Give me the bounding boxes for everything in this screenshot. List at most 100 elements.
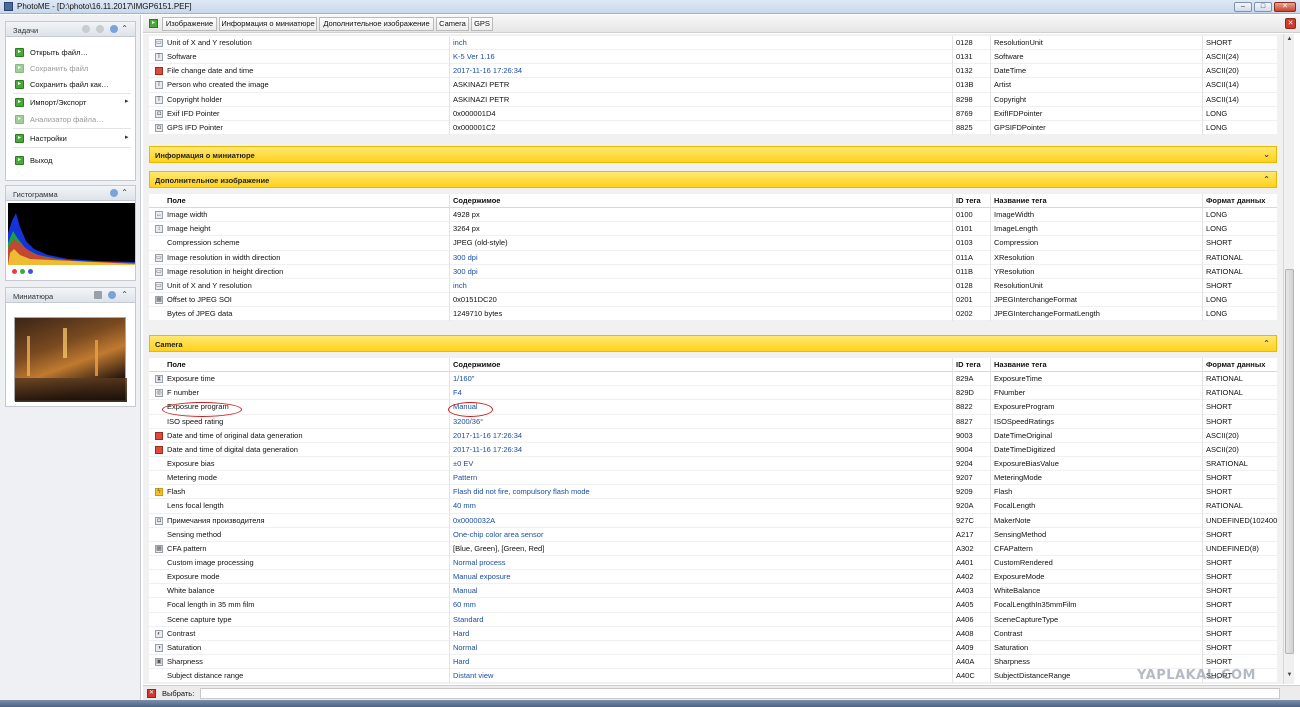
field-value[interactable]: inch <box>453 281 467 290</box>
table-row[interactable]: ▭ Unit of X and Y resolution inch 0128 Resol… <box>149 279 1277 293</box>
table-row[interactable]: White balance Manual A403 WhiteBalance SHORT <box>149 584 1277 599</box>
field-value[interactable]: One-chip color area sensor <box>453 530 543 539</box>
table-row[interactable]: ◘ Примечания производителя 0x0000032A 927C M… <box>149 514 1277 528</box>
help-icon[interactable] <box>108 291 116 299</box>
histogram-header[interactable]: Гистограмма ⌃ <box>6 186 135 201</box>
maximize-button[interactable]: □ <box>1254 2 1272 12</box>
section-extra-image[interactable]: Дополнительное изображение ⌃ <box>149 171 1277 188</box>
table-row[interactable]: Date and time of original data generatio… <box>149 429 1277 443</box>
field-value[interactable]: 60 mm <box>453 600 476 609</box>
table-row[interactable]: Focal length in 35 mm film 60 mm A405 Focal… <box>149 598 1277 613</box>
green-channel-toggle[interactable] <box>20 269 25 274</box>
table-row[interactable]: Subject distance range Distant view A40C Su… <box>149 669 1277 684</box>
select-field[interactable] <box>200 688 1280 699</box>
task-item[interactable]: ▸ Открыть файл… <box>15 46 88 58</box>
field-value[interactable]: 2017-11-16 17:26:34 <box>453 445 522 454</box>
table-row[interactable]: ⧗ Exposure time 1/160" 829A ExposureTime RATI… <box>149 372 1277 387</box>
collapse-icon[interactable]: ⌃ <box>1263 339 1270 348</box>
collapse-icon[interactable]: ⌃ <box>121 290 128 299</box>
field-value[interactable]: Hard <box>453 657 469 666</box>
field-value[interactable]: 0x0000032A <box>453 516 495 525</box>
table-row[interactable]: Exposure program Manual 8822 ExposureProgra… <box>149 400 1277 415</box>
thumbnail-header[interactable]: Миниатюра ⌃ <box>6 288 135 303</box>
field-value[interactable]: F4 <box>453 388 462 397</box>
vertical-scrollbar[interactable]: ▲ ▼ <box>1283 34 1294 684</box>
table-row[interactable]: ▭ Image resolution in height direction 300… <box>149 265 1277 279</box>
tab-image[interactable]: Изображение <box>162 17 217 31</box>
table-row[interactable]: Custom image processing Normal process A40… <box>149 556 1277 571</box>
column-header-value[interactable]: Содержимое <box>453 360 500 369</box>
go-arrow-icon[interactable]: ▸ <box>149 19 158 28</box>
field-value[interactable]: Flash did not fire, compulsory flash mod… <box>453 487 590 496</box>
field-value[interactable]: Pattern <box>453 473 477 482</box>
column-header-field[interactable]: Поле <box>167 360 186 369</box>
table-row[interactable]: ISO speed rating 3200/36° 8827 ISOSpeedRati… <box>149 415 1277 429</box>
field-value[interactable]: 3200/36° <box>453 417 483 426</box>
scroll-down-icon[interactable]: ▼ <box>1285 672 1294 682</box>
help-icon[interactable] <box>110 25 118 33</box>
field-value[interactable]: ±0 EV <box>453 459 473 468</box>
table-row[interactable]: Exposure bias ±0 EV 9204 ExposureBiasValue S… <box>149 457 1277 472</box>
table-row[interactable]: ◘ GPS IFD Pointer 0x000001C2 8825 GPSIFDPoin… <box>149 121 1277 135</box>
table-row[interactable]: ◐ Contrast Hard A408 Contrast SHORT <box>149 627 1277 641</box>
table-row[interactable]: ▦ Offset to JPEG SOI 0x0151DC20 0201 JPEGInt… <box>149 293 1277 308</box>
field-value[interactable]: Manual <box>453 586 478 595</box>
minimize-button[interactable]: – <box>1234 2 1252 12</box>
field-value[interactable]: 40 mm <box>453 501 476 510</box>
table-row[interactable]: File change date and time 2017-11-16 17:2… <box>149 64 1277 79</box>
table-row[interactable]: T Person who created the image ASKINAZI PE… <box>149 78 1277 93</box>
tab-thumbnail-info[interactable]: Информация о миниатюре <box>219 17 317 31</box>
tasks-options-icon[interactable] <box>82 25 90 33</box>
column-header-tag-id[interactable]: ID тега <box>956 360 981 369</box>
collapse-icon[interactable]: ⌃ <box>121 24 128 33</box>
task-item[interactable]: ▸ Импорт/Экспорт ▸ <box>15 96 129 108</box>
column-header-format[interactable]: Формат данных <box>1206 196 1265 205</box>
collapse-icon[interactable]: ⌃ <box>1263 175 1270 184</box>
table-row[interactable]: Date and time of digital data generation… <box>149 443 1277 457</box>
field-value[interactable]: 2017-11-16 17:26:34 <box>453 431 522 440</box>
close-document-icon[interactable]: ✕ <box>1285 18 1296 29</box>
red-channel-toggle[interactable] <box>12 269 17 274</box>
table-row[interactable]: ↕ Image height 3264 px 0101 ImageLength LONG <box>149 222 1277 237</box>
table-row[interactable]: ◘ Exif IFD Pointer 0x000001D4 8769 ExifIFDPo… <box>149 107 1277 121</box>
section-thumbnail-info[interactable]: Информация о миниатюре ⌄ <box>149 146 1277 163</box>
tab-camera[interactable]: Camera <box>436 17 469 31</box>
help-icon[interactable] <box>110 189 118 197</box>
column-header-tag-name[interactable]: Название тега <box>994 196 1047 205</box>
column-header-field[interactable]: Поле <box>167 196 186 205</box>
column-header-tag-name[interactable]: Название тега <box>994 360 1047 369</box>
save-thumbnail-icon[interactable] <box>94 291 102 299</box>
field-value[interactable]: Normal process <box>453 558 506 567</box>
column-header-value[interactable]: Содержимое <box>453 196 500 205</box>
field-value[interactable]: Manual exposure <box>453 572 511 581</box>
tab-gps[interactable]: GPS <box>471 17 493 31</box>
task-item[interactable]: ▸ Выход <box>15 154 52 166</box>
table-row[interactable]: ▣ Sharpness Hard A40A Sharpness SHORT <box>149 655 1277 670</box>
field-value[interactable]: 300 dpi <box>453 253 478 262</box>
tab-extra-image[interactable]: Дополнительное изображение <box>319 17 434 31</box>
table-row[interactable]: Exposure mode Manual exposure A402 Exposure… <box>149 570 1277 585</box>
scroll-thumb[interactable] <box>1285 269 1294 654</box>
scroll-up-icon[interactable]: ▲ <box>1285 36 1294 46</box>
tasks-header[interactable]: Задачи ⌃ <box>6 22 135 37</box>
close-button[interactable]: ✕ <box>1274 2 1296 12</box>
table-row[interactable]: Scene capture type Standard A406 SceneCaptu… <box>149 613 1277 627</box>
expand-icon[interactable]: ⌄ <box>1263 150 1270 159</box>
table-row[interactable]: T Software K-5 Ver 1.16 0131 Software ASCII(2… <box>149 50 1277 65</box>
table-row[interactable]: ▭ Image resolution in width direction 300 … <box>149 251 1277 265</box>
table-row[interactable]: ◑ Saturation Normal A409 Saturation SHORT <box>149 641 1277 655</box>
table-row[interactable]: T Copyright holder ASKINAZI PETR 8298 Copyri… <box>149 93 1277 107</box>
table-row[interactable]: Compression scheme JPEG (old-style) 0103 Co… <box>149 236 1277 251</box>
task-item[interactable]: ▸ Сохранить файл как… <box>15 78 109 90</box>
collapse-icon[interactable]: ⌃ <box>121 188 128 197</box>
field-value[interactable]: inch <box>453 38 467 47</box>
table-row[interactable]: ϟ Flash Flash did not fire, compulsory fla… <box>149 485 1277 500</box>
table-row[interactable]: Metering mode Pattern 9207 MeteringMode SHOR… <box>149 471 1277 486</box>
table-row[interactable]: ↔ Image width 4928 px 0100 ImageWidth LONG <box>149 208 1277 223</box>
table-row[interactable]: ▦ CFA pattern [Blue, Green], [Green, Red] A… <box>149 542 1277 556</box>
clear-selection-icon[interactable]: ✕ <box>147 689 156 698</box>
table-row[interactable]: Bytes of JPEG data 1249710 bytes 0202 JPEGI… <box>149 307 1277 322</box>
field-value[interactable]: 1/160" <box>453 374 474 383</box>
section-camera[interactable]: Camera ⌃ <box>149 335 1277 352</box>
field-value[interactable]: 300 dpi <box>453 267 478 276</box>
